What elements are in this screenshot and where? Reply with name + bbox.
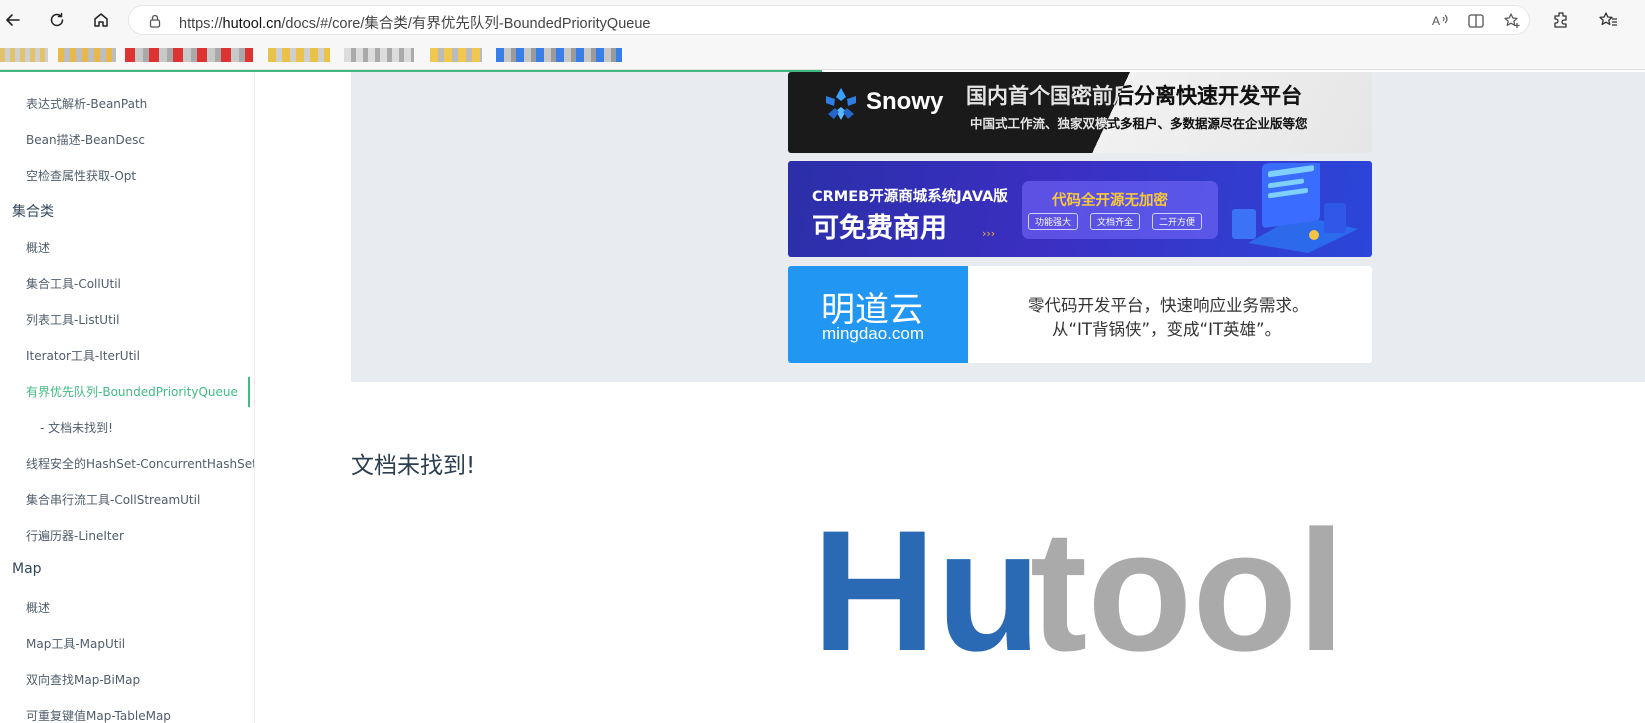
crmeb-tag: 文档齐全	[1090, 213, 1141, 230]
hutool-logo-hu: Hu	[812, 510, 1041, 660]
bookmark-item[interactable]	[0, 48, 48, 62]
home-button[interactable]	[88, 7, 114, 33]
bookmark-item[interactable]	[268, 48, 330, 62]
snowy-logo-icon	[826, 88, 856, 120]
hutool-logo-tool: tool	[1030, 510, 1345, 660]
bookmarks-bar	[0, 40, 1645, 70]
address-bar[interactable]: https://hutool.cn/docs/#/core/集合类/有界优先队列…	[128, 5, 1530, 35]
favorites-icon	[1599, 12, 1617, 26]
sidebar-item-collstreamutil[interactable]: 集合串行流工具-CollStreamUtil	[26, 491, 200, 508]
mingdao-brand-en: mingdao.com	[822, 324, 925, 343]
sidebar-item-beandesc[interactable]: Bean描述-BeanDesc	[26, 131, 145, 148]
crmeb-tag: 二开方便	[1152, 213, 1203, 230]
hutool-logo: Hu tool	[812, 510, 1345, 660]
sidebar-section-collections[interactable]: 集合类	[12, 201, 54, 221]
sidebar-item-collutil[interactable]: 集合工具-CollUtil	[26, 275, 121, 292]
refresh-icon	[50, 12, 64, 27]
sidebar-subitem-not-found[interactable]: - 文档未找到!	[40, 419, 113, 436]
extensions-button[interactable]	[1550, 9, 1572, 31]
page-title: 文档未找到!	[351, 453, 476, 479]
bookmark-item[interactable]	[496, 48, 622, 62]
sidebar-item-iterutil[interactable]: Iterator工具-IterUtil	[26, 347, 140, 364]
snowy-brand: Snowy	[866, 88, 944, 115]
svg-text:A: A	[1432, 14, 1440, 28]
crmeb-tag: 功能强大	[1028, 213, 1079, 230]
sidebar-item-maputil[interactable]: Map工具-MapUtil	[26, 635, 125, 652]
sidebar-item-opt[interactable]: 空检查属性获取-Opt	[26, 167, 136, 184]
mingdao-line1: 零代码开发平台，快速响应业务需求。	[1028, 296, 1309, 315]
extensions-icon	[1554, 12, 1567, 28]
url-text[interactable]: https://hutool.cn/docs/#/core/集合类/有界优先队列…	[179, 12, 650, 33]
sidebar-item-boundedpriorityqueue[interactable]: 有界优先队列-BoundedPriorityQueue	[26, 383, 238, 400]
url-path: /docs/#/core/集合类/有界优先队列-BoundedPriorityQ…	[281, 16, 651, 32]
bookmark-item[interactable]	[125, 48, 253, 62]
sidebar-item-listutil[interactable]: 列表工具-ListUtil	[26, 311, 119, 328]
active-indicator	[248, 377, 250, 407]
sidebar-item-tablemap[interactable]: 可重复键值Map-TableMap	[26, 707, 171, 723]
crmeb-illustration	[1232, 163, 1358, 253]
sidebar-section-map[interactable]: Map	[12, 561, 42, 577]
crmeb-headline: 可免费商用	[812, 213, 947, 244]
url-domain: hutool.cn	[222, 16, 282, 32]
sidebar-item-beanpath[interactable]: 表达式解析-BeanPath	[26, 95, 147, 112]
bookmark-item[interactable]	[430, 48, 482, 62]
ad-mingdao[interactable]: 明道云 mingdao.com 零代码开发平台，快速响应业务需求。 从“IT背锅…	[788, 266, 1372, 363]
crmeb-title: CRMEB开源商城系统JAVA版	[812, 189, 1008, 205]
docs-sidebar: 表达式解析-BeanPath Bean描述-BeanDesc 空检查属性获取-O…	[0, 72, 255, 723]
mingdao-line2: 从“IT背锅侠”，变成“IT英雄”。	[1052, 320, 1282, 339]
favorites-button[interactable]	[1597, 9, 1619, 31]
browser-toolbar: https://hutool.cn/docs/#/core/集合类/有界优先队列…	[0, 0, 1645, 40]
sidebar-item-lineiter[interactable]: 行遍历器-LineIter	[26, 527, 124, 544]
snowy-subtitle: 中国式工作流、独家双模式多租户、多数据源尽在企业版等您	[970, 116, 1308, 131]
sidebar-item-map-overview[interactable]: 概述	[26, 599, 50, 616]
back-button[interactable]	[0, 7, 26, 33]
bookmark-item[interactable]	[344, 48, 414, 62]
read-aloud-icon[interactable]: A	[1431, 12, 1449, 30]
crmeb-arrows: ›››	[982, 227, 996, 240]
ad-crmeb[interactable]: CRMEB开源商城系统JAVA版 可免费商用 ››› 代码全开源无加密 功能强大…	[788, 161, 1372, 257]
add-favorite-icon[interactable]	[1503, 12, 1521, 30]
ad-snowy[interactable]: Snowy 国内首个国密前后分离快速开发平台 中国式工作流、独家双模式多租户、多…	[788, 72, 1372, 153]
bookmark-item[interactable]	[58, 48, 116, 62]
sidebar-item-concurrenthashset[interactable]: 线程安全的HashSet-ConcurrentHashSet	[26, 455, 254, 472]
refresh-button[interactable]	[44, 7, 70, 33]
lock-icon[interactable]	[147, 13, 163, 29]
snowy-headline: 国内首个国密前后分离快速开发平台	[966, 84, 1302, 108]
split-screen-icon[interactable]	[1467, 12, 1485, 30]
sidebar-item-bimap[interactable]: 双向查找Map-BiMap	[26, 671, 140, 688]
back-icon	[6, 14, 20, 26]
crmeb-badge: 代码全开源无加密	[1052, 193, 1168, 209]
sidebar-item-collections-overview[interactable]: 概述	[26, 239, 50, 256]
url-scheme: https://	[179, 16, 223, 32]
home-icon	[94, 13, 108, 27]
